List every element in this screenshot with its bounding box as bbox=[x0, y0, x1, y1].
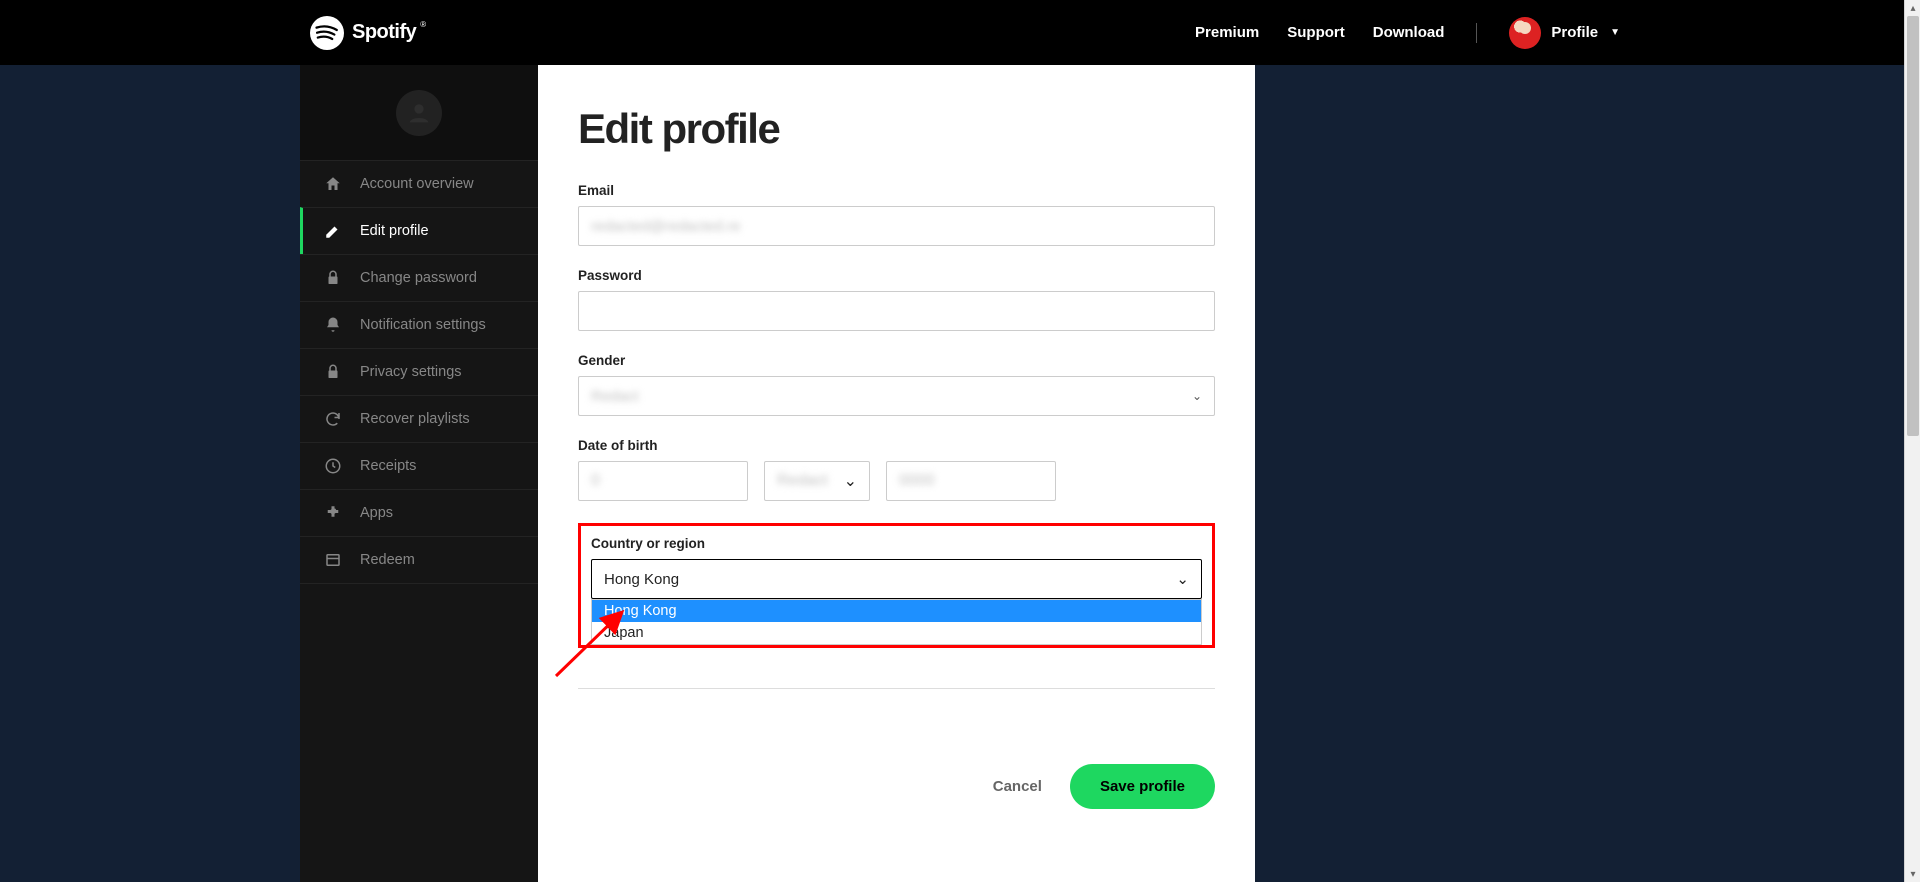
brand-logo[interactable]: Spotify ® bbox=[310, 16, 430, 50]
sidebar-item-apps[interactable]: Apps bbox=[300, 489, 538, 536]
sidebar-avatar-block bbox=[300, 65, 538, 160]
country-selected-value: Hong Kong bbox=[604, 571, 679, 588]
country-dropdown: Hong Kong Japan bbox=[591, 599, 1202, 645]
profile-menu[interactable]: Profile ▼ bbox=[1509, 17, 1620, 49]
puzzle-icon bbox=[324, 504, 342, 522]
field-gender: Gender Redact ⌄ bbox=[578, 353, 1215, 416]
field-password: Password bbox=[578, 268, 1215, 331]
label-password: Password bbox=[578, 268, 1215, 283]
scrollbar[interactable]: ▴ ▾ bbox=[1904, 0, 1920, 882]
chevron-down-icon: ▼ bbox=[1610, 27, 1620, 38]
sidebar-item-label: Apps bbox=[360, 505, 393, 521]
label-email: Email bbox=[578, 183, 1215, 198]
cancel-button[interactable]: Cancel bbox=[993, 778, 1042, 795]
sidebar: Account overview Edit profile Change pas… bbox=[300, 65, 538, 882]
nav-support[interactable]: Support bbox=[1287, 24, 1345, 41]
label-gender: Gender bbox=[578, 353, 1215, 368]
sidebar-item-redeem[interactable]: Redeem bbox=[300, 536, 538, 584]
label-country: Country or region bbox=[591, 536, 1202, 551]
dob-year-input[interactable]: 0000 bbox=[886, 461, 1056, 501]
nav-download[interactable]: Download bbox=[1373, 24, 1445, 41]
dob-month-select[interactable]: Redact⌄ bbox=[764, 461, 870, 501]
sidebar-item-change-password[interactable]: Change password bbox=[300, 254, 538, 301]
sidebar-item-notification-settings[interactable]: Notification settings bbox=[300, 301, 538, 348]
password-input[interactable] bbox=[578, 291, 1215, 331]
label-dob: Date of birth bbox=[578, 438, 1215, 453]
refresh-icon bbox=[324, 410, 342, 428]
page-title: Edit profile bbox=[578, 105, 1215, 153]
sidebar-item-label: Privacy settings bbox=[360, 364, 462, 380]
profile-label: Profile bbox=[1551, 24, 1598, 41]
field-email: Email redacted@redacted.re bbox=[578, 183, 1215, 246]
country-option-hong-kong[interactable]: Hong Kong bbox=[592, 600, 1201, 622]
nav-separator bbox=[1476, 23, 1477, 43]
sidebar-item-receipts[interactable]: Receipts bbox=[300, 442, 538, 489]
gender-value: Redact bbox=[591, 388, 639, 405]
field-dob: Date of birth 0 Redact⌄ 0000 bbox=[578, 438, 1215, 501]
sidebar-item-edit-profile[interactable]: Edit profile bbox=[300, 207, 538, 254]
annotation-highlight: Country or region Hong Kong ⌄ Hong Kong … bbox=[578, 523, 1215, 648]
avatar-placeholder-icon bbox=[396, 90, 442, 136]
country-option-japan[interactable]: Japan bbox=[592, 622, 1201, 644]
brand-text: Spotify bbox=[352, 21, 416, 44]
sidebar-item-label: Redeem bbox=[360, 552, 415, 568]
nav-right: Premium Support Download Profile ▼ bbox=[1195, 17, 1620, 49]
bell-icon bbox=[324, 316, 342, 334]
sidebar-item-label: Recover playlists bbox=[360, 411, 470, 427]
sidebar-item-label: Notification settings bbox=[360, 317, 486, 333]
separator bbox=[578, 688, 1215, 689]
card-icon bbox=[324, 551, 342, 569]
chevron-down-icon: ⌄ bbox=[844, 471, 857, 491]
clock-icon bbox=[324, 457, 342, 475]
country-select[interactable]: Hong Kong ⌄ bbox=[591, 559, 1202, 599]
sidebar-item-label: Change password bbox=[360, 270, 477, 286]
top-header: Spotify ® Premium Support Download Profil… bbox=[0, 0, 1920, 65]
spotify-icon bbox=[310, 16, 344, 50]
lock-icon bbox=[324, 269, 342, 287]
sidebar-item-label: Receipts bbox=[360, 458, 416, 474]
main-content: Edit profile Email redacted@redacted.re … bbox=[538, 65, 1255, 882]
sidebar-item-account-overview[interactable]: Account overview bbox=[300, 160, 538, 207]
chevron-down-icon: ⌄ bbox=[1192, 389, 1202, 403]
scroll-up-icon[interactable]: ▴ bbox=[1905, 0, 1920, 16]
save-profile-button[interactable]: Save profile bbox=[1070, 764, 1215, 809]
nav-premium[interactable]: Premium bbox=[1195, 24, 1259, 41]
pen-icon bbox=[324, 222, 342, 240]
scroll-thumb[interactable] bbox=[1907, 16, 1919, 436]
form-actions: Cancel Save profile bbox=[578, 764, 1215, 809]
email-input[interactable]: redacted@redacted.re bbox=[578, 206, 1215, 246]
page-container: Account overview Edit profile Change pas… bbox=[300, 65, 1255, 882]
sidebar-item-label: Edit profile bbox=[360, 223, 429, 239]
gender-select[interactable]: Redact ⌄ bbox=[578, 376, 1215, 416]
chevron-down-icon: ⌄ bbox=[1176, 570, 1189, 588]
brand-tm: ® bbox=[420, 20, 425, 29]
sidebar-item-recover-playlists[interactable]: Recover playlists bbox=[300, 395, 538, 442]
sidebar-item-label: Account overview bbox=[360, 176, 474, 192]
dob-day-input[interactable]: 0 bbox=[578, 461, 748, 501]
avatar bbox=[1509, 17, 1541, 49]
home-icon bbox=[324, 175, 342, 193]
lock-icon bbox=[324, 363, 342, 381]
sidebar-item-privacy-settings[interactable]: Privacy settings bbox=[300, 348, 538, 395]
scroll-down-icon[interactable]: ▾ bbox=[1905, 866, 1920, 882]
